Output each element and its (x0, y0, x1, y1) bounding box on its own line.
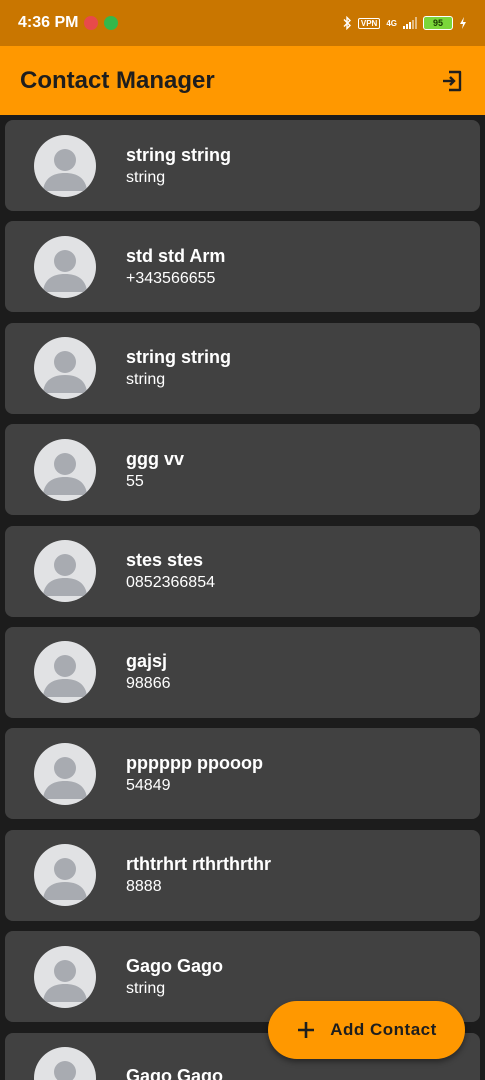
status-left: 4:36 PM (18, 14, 119, 32)
contact-name: Gago Gago (126, 1066, 224, 1080)
contact-text: Gago Gago (126, 1066, 223, 1080)
contact-text: ggg vv 55 (126, 449, 184, 491)
contact-card[interactable]: string string string (5, 322, 480, 414)
avatar-icon (34, 438, 96, 501)
notification-icon (84, 16, 99, 30)
contact-detail: 98866 (126, 675, 171, 693)
bluetooth-icon (343, 16, 351, 30)
contact-text: pppppp ppooop 54849 (126, 753, 263, 795)
contact-detail: string (126, 168, 166, 186)
contact-card[interactable]: string string string (5, 120, 480, 211)
contact-text: rthtrhrt rthrthrthr 8888 (126, 854, 271, 896)
plus-icon (298, 1022, 315, 1038)
contact-card[interactable]: std std Arm +343566655 (5, 221, 480, 313)
contact-detail: 55 (126, 472, 144, 490)
contact-text: string string string (126, 145, 231, 187)
contact-detail: 8888 (126, 878, 162, 896)
app-bar: Contact Manager (0, 46, 485, 115)
network-label: 4G (386, 18, 397, 28)
contact-detail: 54849 (126, 776, 171, 794)
avatar-icon (34, 134, 96, 197)
avatar-icon (34, 641, 96, 704)
contact-text: Gago Gago string (126, 956, 223, 998)
contact-name: std std Arm (126, 245, 226, 266)
contact-name: string string (126, 347, 232, 368)
page-title: Contact Manager (20, 66, 215, 94)
contact-card[interactable]: ggg vv 55 (5, 424, 480, 516)
avatar-icon (34, 742, 96, 805)
contact-detail: +343566655 (126, 269, 216, 287)
avatar-icon (34, 337, 96, 400)
contact-name: gajsj (126, 651, 168, 672)
signal-icon (403, 17, 417, 29)
contact-name: Gago Gago (126, 955, 224, 976)
avatar-icon (34, 945, 96, 1008)
contact-name: ggg vv (126, 448, 185, 469)
add-contact-button[interactable]: Add Contact (268, 1001, 465, 1059)
contact-detail: string (126, 979, 166, 997)
status-bar: 4:36 PM VPN 4G 95 (0, 0, 485, 46)
avatar-icon (34, 235, 96, 298)
contact-text: stes stes 0852366854 (126, 550, 215, 592)
vpn-badge: VPN (357, 17, 381, 29)
contact-detail: string (126, 371, 166, 389)
contact-detail: 0852366854 (126, 574, 215, 592)
avatar-icon (34, 540, 96, 603)
avatar-icon (34, 1047, 96, 1080)
contact-name: string string (126, 144, 232, 165)
contact-list[interactable]: string string string std std Arm +343566655… (0, 115, 485, 1080)
charging-icon (460, 17, 466, 29)
contact-name: stes stes (126, 550, 204, 571)
avatar-icon (34, 844, 96, 907)
contact-name: rthtrhrt rthrthrthr (126, 854, 271, 875)
add-contact-label: Add Contact (330, 1020, 437, 1039)
contact-text: std std Arm +343566655 (126, 246, 225, 288)
status-time: 4:36 PM (18, 14, 79, 31)
status-right: VPN 4G 95 (342, 16, 467, 30)
contact-text: string string string (126, 347, 231, 389)
logout-icon (443, 70, 462, 91)
battery-icon: 95 (423, 16, 453, 30)
contact-card[interactable]: stes stes 0852366854 (5, 525, 480, 617)
contact-card[interactable]: rthtrhrt rthrthrthr 8888 (5, 829, 480, 921)
contact-card[interactable]: gajsj 98866 (5, 626, 480, 718)
notification-icon (104, 16, 119, 30)
contact-card[interactable]: pppppp ppooop 54849 (5, 728, 480, 820)
contact-name: pppppp ppooop (126, 752, 263, 773)
logout-button[interactable] (437, 66, 467, 96)
contact-text: gajsj 98866 (126, 651, 171, 693)
